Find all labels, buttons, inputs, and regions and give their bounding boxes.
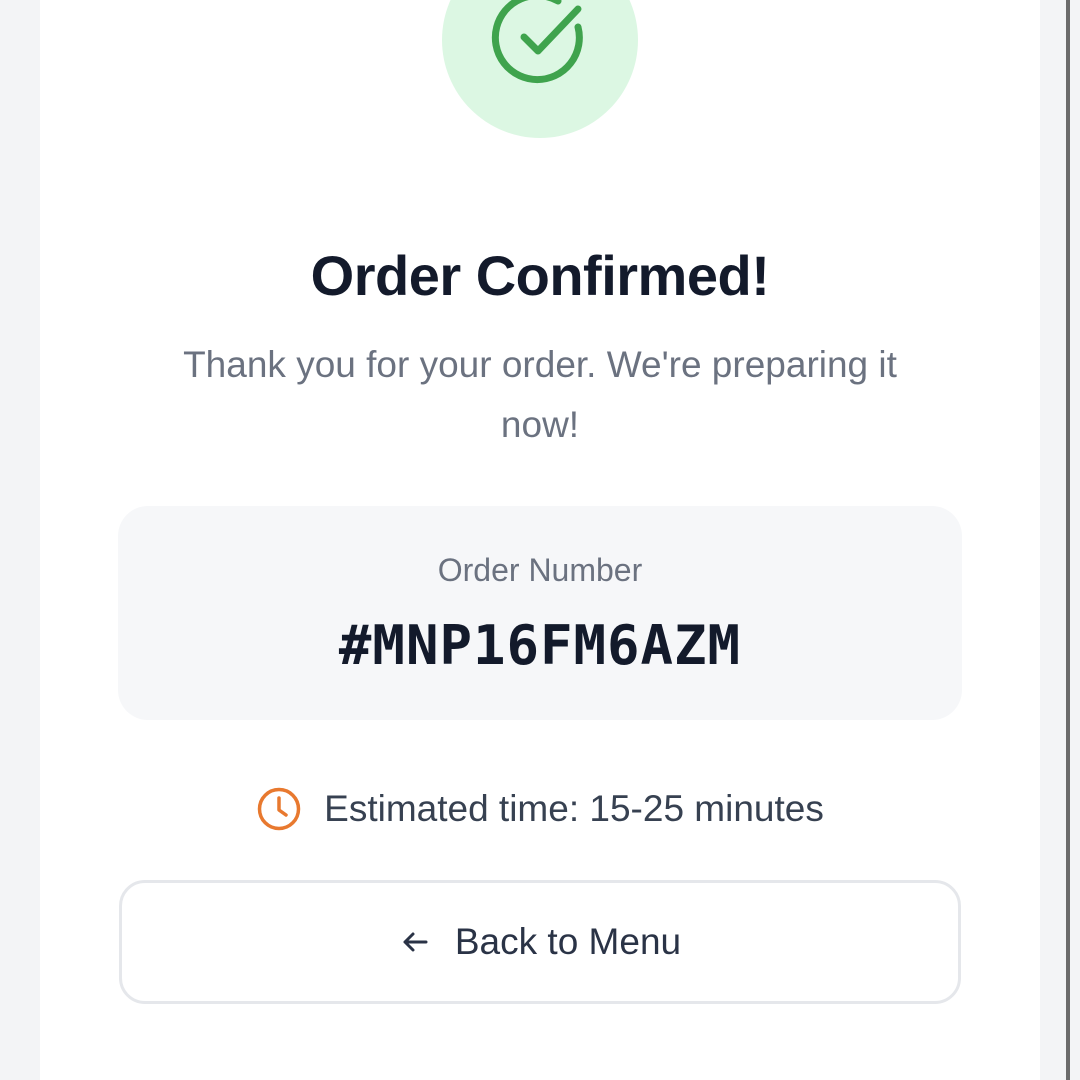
clock-icon — [257, 787, 301, 831]
back-to-menu-label: Back to Menu — [454, 921, 682, 962]
order-number-value: #MNP16FM6AZM — [338, 614, 742, 677]
estimated-time-row: Estimated time: 15-25 minutes — [40, 786, 1040, 832]
window-edge — [1066, 0, 1070, 1080]
confirmation-card: Order Confirmed! Thank you for your orde… — [40, 0, 1040, 1080]
page-title: Order Confirmed! — [310, 244, 770, 307]
order-number-box: Order Number #MNP16FM6AZM — [118, 506, 962, 720]
page: Order Confirmed! Thank you for your orde… — [0, 0, 1080, 1080]
confirmation-message: Thank you for your order. We're preparin… — [183, 344, 897, 445]
check-circle-icon — [491, 0, 583, 84]
arrow-left-icon — [403, 932, 428, 952]
estimated-time-text: Estimated time: 15-25 minutes — [324, 788, 824, 829]
order-number-label: Order Number — [437, 552, 643, 588]
back-to-menu-button[interactable]: Back to Menu — [119, 880, 961, 1004]
